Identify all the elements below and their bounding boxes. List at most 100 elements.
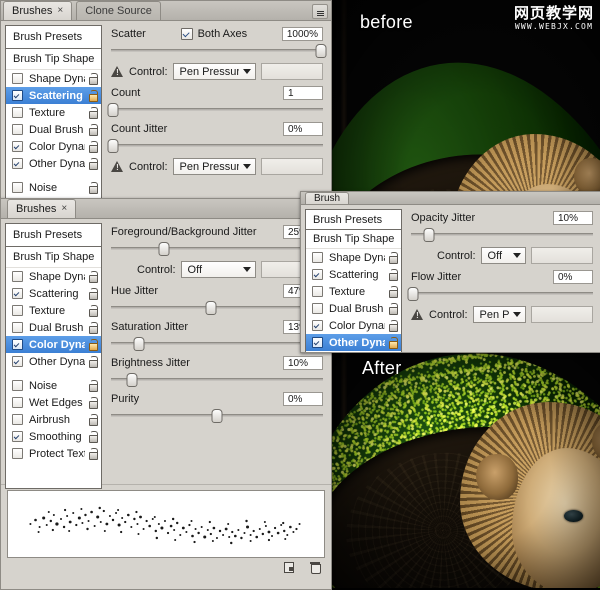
control-select-pen-pressure-2[interactable]: Pen Pressure: [172, 158, 256, 175]
checkbox-other-dynamics[interactable]: [12, 158, 23, 169]
list-item[interactable]: Color Dynamics: [6, 138, 101, 155]
list-item[interactable]: Wet Edges: [6, 394, 101, 411]
lock-icon[interactable]: [87, 380, 98, 392]
checkbox-shape-dynamics[interactable]: [312, 252, 323, 263]
list-item[interactable]: Shape Dynamics: [6, 268, 101, 285]
lock-icon[interactable]: [87, 288, 98, 300]
flow-jitter-value-field[interactable]: 0%: [553, 270, 593, 284]
list-item[interactable]: Airbrush: [6, 411, 101, 428]
saturation-jitter-slider[interactable]: [111, 336, 323, 351]
control-select-pen-pressure[interactable]: Pen Pressure: [472, 306, 526, 323]
checkbox-dual-brush[interactable]: [12, 124, 23, 135]
checkbox-protect-texture[interactable]: [12, 448, 23, 459]
checkbox-both-axes[interactable]: [180, 28, 193, 40]
brush-tip-shape-item[interactable]: Brush Tip Shape: [6, 49, 101, 70]
scatter-slider[interactable]: [111, 43, 327, 58]
trash-icon[interactable]: [309, 561, 321, 574]
brightness-jitter-value-field[interactable]: 10%: [283, 356, 323, 370]
scatter-value-field[interactable]: 1000%: [281, 27, 323, 41]
list-item[interactable]: Noise: [6, 179, 101, 196]
both-axes-checkbox-row[interactable]: Both Axes: [180, 28, 247, 40]
lock-icon[interactable]: [87, 339, 98, 351]
list-item[interactable]: Dual Brush: [6, 319, 101, 336]
count-jitter-value-field[interactable]: 0%: [283, 122, 323, 136]
checkbox-texture[interactable]: [312, 286, 323, 297]
checkbox-shape-dynamics[interactable]: [12, 271, 23, 282]
control-select-pen-pressure[interactable]: Pen Pressure: [172, 63, 256, 80]
list-item[interactable]: Shape Dynamics: [6, 70, 101, 87]
checkbox-texture[interactable]: [12, 107, 23, 118]
brush-presets-button[interactable]: Brush Presets: [5, 223, 102, 247]
brushes-panel-other-dynamics[interactable]: Brush Brush Presets Brush Tip Shape Shap…: [300, 191, 600, 353]
list-item[interactable]: Color Dynamics: [6, 336, 101, 353]
tab-clone-source[interactable]: Clone Source: [76, 1, 161, 20]
checkbox-scattering[interactable]: [12, 288, 23, 299]
count-value-field[interactable]: 1: [283, 86, 323, 100]
checkbox-texture[interactable]: [12, 305, 23, 316]
close-icon[interactable]: ×: [57, 2, 63, 20]
lock-icon[interactable]: [87, 356, 98, 368]
checkbox-noise[interactable]: [12, 182, 23, 193]
lock-icon[interactable]: [87, 73, 98, 85]
lock-icon[interactable]: [87, 124, 98, 136]
checkbox-dual-brush[interactable]: [312, 303, 323, 314]
control-select-off[interactable]: Off: [180, 261, 256, 278]
checkbox-color-dynamics[interactable]: [312, 320, 323, 331]
checkbox-scattering[interactable]: [312, 269, 323, 280]
list-item[interactable]: Texture: [306, 283, 401, 300]
brush-tip-shape-item[interactable]: Brush Tip Shape: [6, 247, 101, 268]
checkbox-shape-dynamics[interactable]: [12, 73, 23, 84]
checkbox-other-dynamics[interactable]: [312, 337, 323, 348]
purity-slider[interactable]: [111, 408, 323, 423]
opacity-jitter-slider[interactable]: [411, 227, 593, 242]
lock-icon[interactable]: [87, 158, 98, 170]
slider-knob[interactable]: [315, 44, 327, 58]
list-item[interactable]: Other Dynamics: [6, 155, 101, 172]
control-extra-field[interactable]: [531, 247, 593, 264]
list-item[interactable]: Scattering: [306, 266, 401, 283]
brush-presets-button[interactable]: Brush Presets: [5, 25, 102, 49]
lock-icon[interactable]: [87, 322, 98, 334]
lock-icon[interactable]: [387, 320, 398, 332]
brush-presets-button[interactable]: Brush Presets: [305, 209, 402, 230]
checkbox-airbrush[interactable]: [12, 414, 23, 425]
lock-icon[interactable]: [87, 448, 98, 460]
list-item[interactable]: Dual Brush: [6, 121, 101, 138]
list-item[interactable]: Shape Dynamics: [306, 249, 401, 266]
lock-icon[interactable]: [87, 414, 98, 426]
slider-knob[interactable]: [407, 287, 419, 301]
list-item[interactable]: Scattering: [6, 285, 101, 302]
list-item[interactable]: Dual Brush: [306, 300, 401, 317]
opacity-jitter-value-field[interactable]: 10%: [553, 211, 593, 225]
list-item[interactable]: Scattering: [6, 87, 101, 104]
tab-brush[interactable]: Brush: [305, 192, 350, 204]
lock-icon[interactable]: [387, 337, 398, 349]
tab-brushes[interactable]: Brushes ×: [3, 1, 73, 20]
checkbox-wet-edges[interactable]: [12, 397, 23, 408]
slider-knob[interactable]: [126, 373, 138, 387]
purity-value-field[interactable]: 0%: [283, 392, 323, 406]
count-slider[interactable]: [107, 102, 323, 117]
brushes-panel-scattering[interactable]: Brushes × Clone Source Brush Presets Bru…: [0, 0, 332, 207]
slider-knob[interactable]: [205, 301, 217, 315]
tab-brushes[interactable]: Brushes ×: [7, 199, 77, 218]
count-jitter-slider[interactable]: [107, 138, 323, 153]
list-item[interactable]: Other Dynamics: [6, 353, 101, 370]
hue-jitter-slider[interactable]: [111, 300, 323, 315]
lock-icon[interactable]: [87, 107, 98, 119]
list-item[interactable]: Noise: [306, 351, 401, 352]
brushes-panel-color-dynamics[interactable]: Brushes × Brush Presets Brush Tip Shape …: [0, 198, 332, 590]
slider-knob[interactable]: [211, 409, 223, 423]
checkbox-smoothing[interactable]: [12, 431, 23, 442]
list-item[interactable]: Smoothing: [6, 428, 101, 445]
list-item[interactable]: Protect Texture: [6, 445, 101, 462]
list-item[interactable]: Texture: [6, 104, 101, 121]
slider-knob[interactable]: [423, 228, 435, 242]
lock-icon[interactable]: [387, 303, 398, 315]
lock-icon[interactable]: [87, 305, 98, 317]
checkbox-other-dynamics[interactable]: [12, 356, 23, 367]
control-select-off[interactable]: Off: [480, 247, 526, 264]
close-icon[interactable]: ×: [61, 200, 67, 218]
checkbox-noise[interactable]: [12, 380, 23, 391]
control-extra-field[interactable]: [261, 63, 323, 80]
